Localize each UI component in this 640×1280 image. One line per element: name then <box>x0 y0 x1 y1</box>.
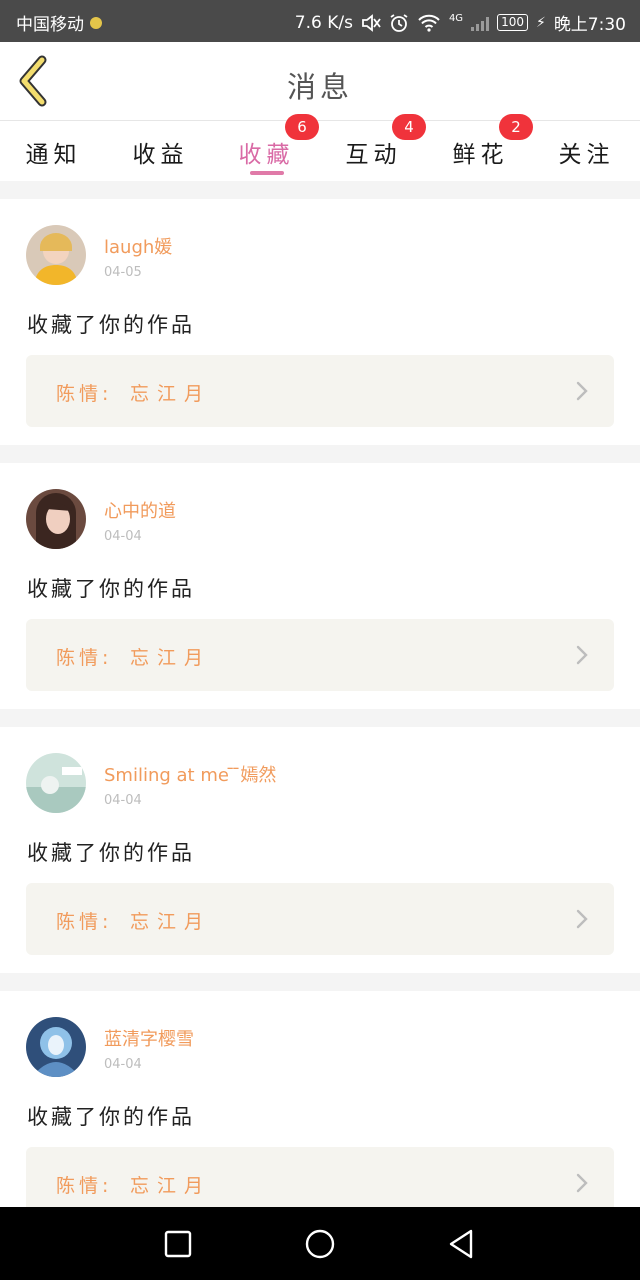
back-nav-button[interactable] <box>445 1227 479 1261</box>
work-title: 忘江月 <box>130 383 212 405</box>
battery-icon: 100 <box>497 14 528 31</box>
message-date: 04-05 <box>104 265 142 280</box>
circle-icon <box>305 1229 335 1259</box>
chevron-right-icon <box>576 645 588 665</box>
work-link[interactable]: 陈情: 忘江月 <box>26 619 614 691</box>
flowers-badge: 2 <box>499 114 533 140</box>
avatar[interactable] <box>26 489 86 549</box>
network-type: 4G <box>448 13 464 24</box>
chevron-right-icon <box>576 1173 588 1193</box>
status-left: 中国移动 <box>16 10 102 35</box>
clock: 晚上7:30 <box>553 15 626 35</box>
tab-interactions[interactable]: 互动 4 <box>320 114 427 181</box>
work-link[interactable]: 陈情: 忘江月 <box>26 883 614 955</box>
system-nav-bar <box>0 1207 640 1280</box>
avatar[interactable] <box>26 753 86 813</box>
action-text: 收藏了你的作品 <box>27 313 195 337</box>
message-card: 蓝清字樱雪 04-04 收藏了你的作品 陈情: 忘江月 <box>0 991 640 1237</box>
tab-flowers[interactable]: 鲜花 2 <box>427 114 534 181</box>
tab-earnings[interactable]: 收益 <box>107 121 214 181</box>
username[interactable]: 蓝清字樱雪 <box>104 1025 194 1051</box>
tab-label: 收藏 <box>238 142 295 168</box>
message-card: Smiling at me ̄ ̄嫣然 04-04 收藏了你的作品 陈情: 忘江… <box>0 727 640 973</box>
action-text: 收藏了你的作品 <box>27 1105 195 1129</box>
signal-icon <box>471 15 490 31</box>
active-tab-indicator <box>250 171 284 175</box>
home-button[interactable] <box>303 1227 337 1261</box>
interactions-badge: 4 <box>392 114 426 140</box>
header: 消息 <box>0 42 640 121</box>
alarm-icon <box>390 13 408 32</box>
message-card: laugh媛 04-05 收藏了你的作品 陈情: 忘江月 <box>0 199 640 445</box>
username[interactable]: Smiling at me ̄ ̄嫣然 <box>104 761 276 787</box>
network-speed: 7.6 K/s <box>294 12 353 33</box>
chevron-right-icon <box>576 909 588 929</box>
action-text: 收藏了你的作品 <box>27 841 195 865</box>
message-date: 04-04 <box>104 1057 142 1072</box>
work-label: 陈情: <box>56 1175 113 1197</box>
favorites-badge: 6 <box>285 114 319 140</box>
notification-dot-icon <box>90 16 102 29</box>
carrier-label: 中国移动 <box>16 15 84 35</box>
message-card: 心中的道 04-04 收藏了你的作品 陈情: 忘江月 <box>0 463 640 709</box>
page-title: 消息 <box>286 70 353 104</box>
work-label: 陈情: <box>56 911 113 933</box>
work-label: 陈情: <box>56 383 113 405</box>
work-title: 忘江月 <box>130 647 212 669</box>
status-right: 7.6 K/s 4G 100 ⚡ 晚上7:30 <box>294 10 626 36</box>
work-label: 陈情: <box>56 647 113 669</box>
action-text: 收藏了你的作品 <box>27 577 195 601</box>
work-link[interactable]: 陈情: 忘江月 <box>26 355 614 427</box>
mute-icon <box>362 13 381 32</box>
recent-apps-button[interactable] <box>161 1227 195 1261</box>
status-bar: 中国移动 7.6 K/s 4G 100 ⚡ 晚上7:30 <box>0 0 640 42</box>
tab-notifications[interactable]: 通知 <box>0 121 107 181</box>
username[interactable]: laugh媛 <box>104 233 172 259</box>
tab-label: 互动 <box>345 142 402 168</box>
triangle-back-icon <box>449 1229 473 1259</box>
chevron-right-icon <box>576 381 588 401</box>
work-title: 忘江月 <box>130 911 212 933</box>
wifi-icon <box>418 14 440 32</box>
avatar[interactable] <box>26 1017 86 1077</box>
message-date: 04-04 <box>104 529 142 544</box>
tab-label: 关注 <box>558 142 615 168</box>
tab-label: 鲜花 <box>452 142 509 168</box>
charging-icon: ⚡ <box>535 14 546 31</box>
square-icon <box>164 1230 192 1258</box>
username[interactable]: 心中的道 <box>104 497 176 523</box>
tab-favorites[interactable]: 收藏 6 <box>213 114 320 181</box>
avatar[interactable] <box>26 225 86 285</box>
tab-label: 收益 <box>132 142 189 168</box>
message-date: 04-04 <box>104 793 142 808</box>
tab-bar: 通知 收益 收藏 6 互动 4 鲜花 2 关注 <box>0 114 640 181</box>
tab-label: 通知 <box>25 142 82 168</box>
tab-follows[interactable]: 关注 <box>533 121 640 181</box>
work-title: 忘江月 <box>130 1175 212 1197</box>
